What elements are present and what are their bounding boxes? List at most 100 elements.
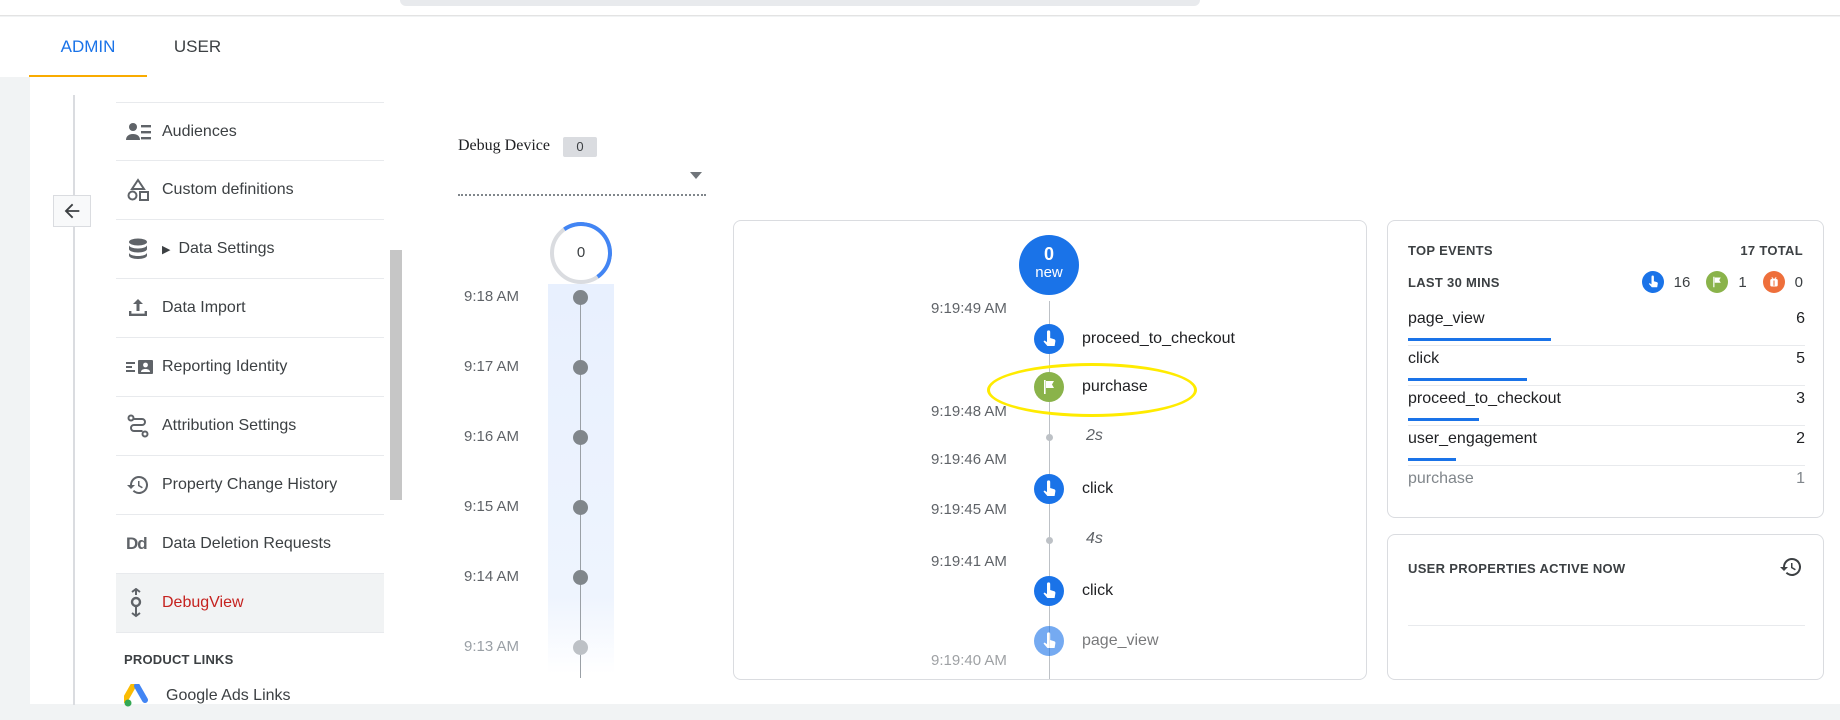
top-events-total: 17 TOTAL <box>1740 243 1803 258</box>
sidebar-item-label: Google Ads Links <box>166 687 291 704</box>
dd-icon: Dd <box>126 534 148 553</box>
event-timestamp: 9:19:40 AM <box>931 652 1007 669</box>
minute-row[interactable]: 9:16 AM <box>458 428 668 448</box>
minute-dot[interactable] <box>573 500 588 515</box>
sidebar-item-debugview[interactable]: DebugView <box>116 574 384 633</box>
minute-row[interactable]: 9:15 AM <box>458 498 668 518</box>
sidebar-item-label: Data Deletion Requests <box>162 535 331 552</box>
minute-dot[interactable] <box>573 570 588 585</box>
new-events-badge[interactable]: 0 new <box>1019 235 1079 295</box>
caret-right-icon[interactable]: ▶ <box>162 243 170 256</box>
top-event-row-user-engagement[interactable]: user_engagement 2 <box>1408 426 1805 466</box>
conversions-count-value: 1 <box>1738 273 1747 291</box>
minute-row[interactable]: 9:18 AM <box>458 288 668 308</box>
tab-admin[interactable]: ADMIN <box>29 17 147 77</box>
top-event-row-click[interactable]: click 5 <box>1408 346 1805 386</box>
back-button[interactable] <box>53 195 91 227</box>
sidebar-scrollbar[interactable] <box>390 250 402 500</box>
touch-event-icon <box>1641 271 1664 293</box>
top-event-name: click <box>1408 350 1440 367</box>
minute-dot[interactable] <box>573 430 588 445</box>
sidebar-item-label: DebugView <box>162 594 244 611</box>
event-row-page-view[interactable]: page_view <box>1034 626 1159 656</box>
sidebar-rail <box>73 95 75 705</box>
minutes-selected-band <box>548 284 614 674</box>
tab-user[interactable]: USER <box>150 17 245 77</box>
event-gap-label: 2s <box>1086 427 1103 444</box>
top-event-row-proceed-to-checkout[interactable]: proceed_to_checkout 3 <box>1408 386 1805 426</box>
debug-device-count-badge: 0 <box>563 137 597 157</box>
events-count-value: 16 <box>1673 273 1691 291</box>
top-event-row-purchase[interactable]: purchase 1 <box>1408 466 1805 506</box>
sidebar-item-data-settings[interactable]: ▶ Data Settings <box>116 220 384 279</box>
minute-dot[interactable] <box>573 290 588 305</box>
touch-event-icon <box>1034 626 1064 656</box>
top-events-title: TOP EVENTS <box>1408 243 1493 258</box>
highlight-ellipse-purchase-event <box>987 363 1197 417</box>
gap-marker <box>1046 434 1053 441</box>
minutes-counter-value: 0 <box>576 244 586 261</box>
events-count: 16 <box>1641 271 1691 293</box>
sidebar-item-audiences[interactable]: Audiences <box>116 102 384 161</box>
top-event-count: 3 <box>1796 390 1805 407</box>
top-event-count: 2 <box>1796 430 1805 447</box>
sidebar-item-google-ads-links[interactable]: Google Ads Links <box>124 684 291 708</box>
shapes-icon <box>127 178 149 201</box>
event-timestamp: 9:19:41 AM <box>931 553 1007 570</box>
minute-row[interactable]: 9:13 AM <box>458 638 668 658</box>
event-row-click[interactable]: click <box>1034 576 1113 606</box>
sidebar-item-label: Data Import <box>162 299 246 316</box>
seconds-stream-card: 0 new 9:19:49 AM proceed_to_checkout pur… <box>733 220 1367 680</box>
top-event-name: purchase <box>1408 470 1474 487</box>
minute-time: 9:15 AM <box>464 498 520 515</box>
minute-time: 9:14 AM <box>464 568 520 585</box>
debugview-icon <box>130 588 142 618</box>
history-icon <box>1780 557 1802 576</box>
history-button[interactable] <box>1777 553 1805 581</box>
sidebar-item-label: Attribution Settings <box>162 417 297 434</box>
touch-event-icon <box>1034 324 1064 354</box>
database-icon <box>129 238 147 259</box>
sidebar-item-property-change-history[interactable]: Property Change History <box>116 456 384 515</box>
top-event-bar <box>1408 338 1551 341</box>
tab-bar: ADMIN USER <box>0 17 1840 77</box>
minute-row[interactable]: 9:17 AM <box>458 358 668 378</box>
top-bar <box>0 0 1840 16</box>
event-name: click <box>1082 582 1114 599</box>
top-event-name: user_engagement <box>1408 430 1537 447</box>
conversion-flag-icon <box>1706 271 1729 293</box>
user-properties-divider <box>1408 625 1805 626</box>
sidebar-item-label: Data Settings <box>178 240 275 257</box>
debug-device-dropdown[interactable] <box>458 162 706 196</box>
touch-event-icon <box>1034 576 1064 606</box>
attribution-icon <box>127 414 149 438</box>
minute-time: 9:17 AM <box>464 358 520 375</box>
sidebar-item-data-deletion-requests[interactable]: Dd Data Deletion Requests <box>116 515 384 574</box>
search-bar[interactable] <box>400 0 1200 6</box>
sidebar-item-label: Property Change History <box>162 476 338 493</box>
minute-dot[interactable] <box>573 640 588 655</box>
sidebar-item-reporting-identity[interactable]: Reporting Identity <box>116 338 384 397</box>
top-event-name: proceed_to_checkout <box>1408 390 1561 407</box>
history-icon <box>127 475 149 494</box>
minute-time: 9:18 AM <box>464 288 520 305</box>
sidebar-item-attribution-settings[interactable]: Attribution Settings <box>116 397 384 456</box>
event-name: click <box>1082 480 1114 497</box>
top-event-row-page-view[interactable]: page_view 6 <box>1408 306 1805 346</box>
reporting-identity-icon <box>126 360 153 374</box>
top-event-count: 6 <box>1796 310 1805 327</box>
sidebar-item-label: Custom definitions <box>162 181 294 198</box>
sidebar-item-data-import[interactable]: Data Import <box>116 279 384 338</box>
event-row-proceed-to-checkout[interactable]: proceed_to_checkout <box>1034 324 1235 354</box>
event-row-click[interactable]: click <box>1034 474 1113 504</box>
product-links-heading: PRODUCT LINKS <box>124 652 234 667</box>
top-events-subtitle: LAST 30 MINS <box>1408 275 1500 290</box>
minutes-timeline-line <box>580 298 581 678</box>
minute-dot[interactable] <box>573 360 588 375</box>
top-event-bar <box>1408 458 1456 461</box>
minute-row[interactable]: 9:14 AM <box>458 568 668 588</box>
event-gap-label: 4s <box>1086 530 1103 547</box>
dropdown-arrow-icon <box>690 172 702 179</box>
event-timestamp: 9:19:49 AM <box>931 300 1007 317</box>
sidebar-item-custom-definitions[interactable]: Custom definitions <box>116 161 384 220</box>
